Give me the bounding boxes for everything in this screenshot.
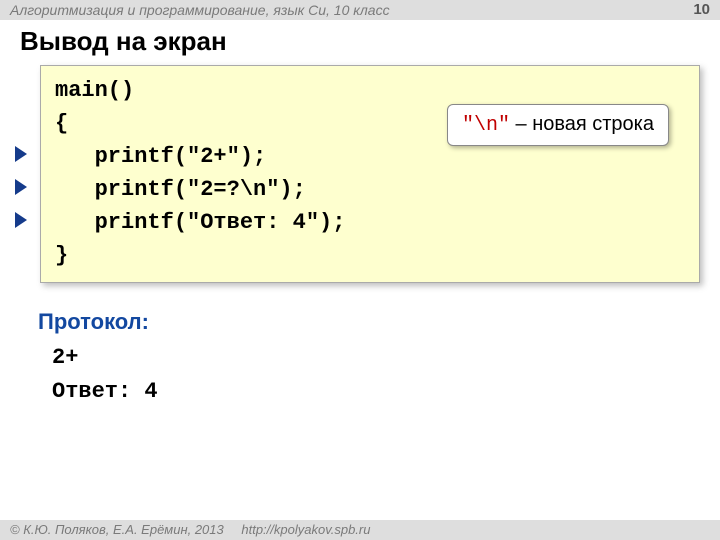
protocol-section: Протокол: 2+ Ответ: 4 bbox=[38, 309, 720, 409]
code-line-5: printf("Ответ: 4"); bbox=[55, 206, 685, 239]
code-line-1: main() bbox=[55, 74, 685, 107]
protocol-output: 2+ Ответ: 4 bbox=[52, 341, 720, 409]
footer-link[interactable]: http://kpolyakov.spb.ru bbox=[241, 522, 370, 537]
callout-newline: "\n" – новая строка bbox=[447, 104, 669, 146]
code-line-6: } bbox=[55, 239, 685, 272]
code-block: main() { printf("2+"); printf("2=?\n"); … bbox=[40, 65, 700, 283]
page-title: Вывод на экран bbox=[20, 26, 720, 57]
page-number: 10 bbox=[693, 1, 710, 18]
callout-code: "\n" bbox=[462, 114, 510, 137]
footer-bar: © К.Ю. Поляков, Е.А. Ерёмин, 2013 http:/… bbox=[0, 520, 720, 540]
callout-text: – новая строка bbox=[510, 113, 654, 135]
bullet-arrow-icon bbox=[15, 146, 27, 162]
protocol-label: Протокол: bbox=[38, 309, 720, 335]
copyright: © К.Ю. Поляков, Е.А. Ерёмин, 2013 bbox=[10, 522, 224, 537]
bullet-arrow-icon bbox=[15, 179, 27, 195]
course-title: Алгоритмизация и программирование, язык … bbox=[10, 2, 390, 18]
header-bar: Алгоритмизация и программирование, язык … bbox=[0, 0, 720, 20]
code-line-4: printf("2=?\n"); bbox=[55, 173, 685, 206]
bullet-arrow-icon bbox=[15, 212, 27, 228]
